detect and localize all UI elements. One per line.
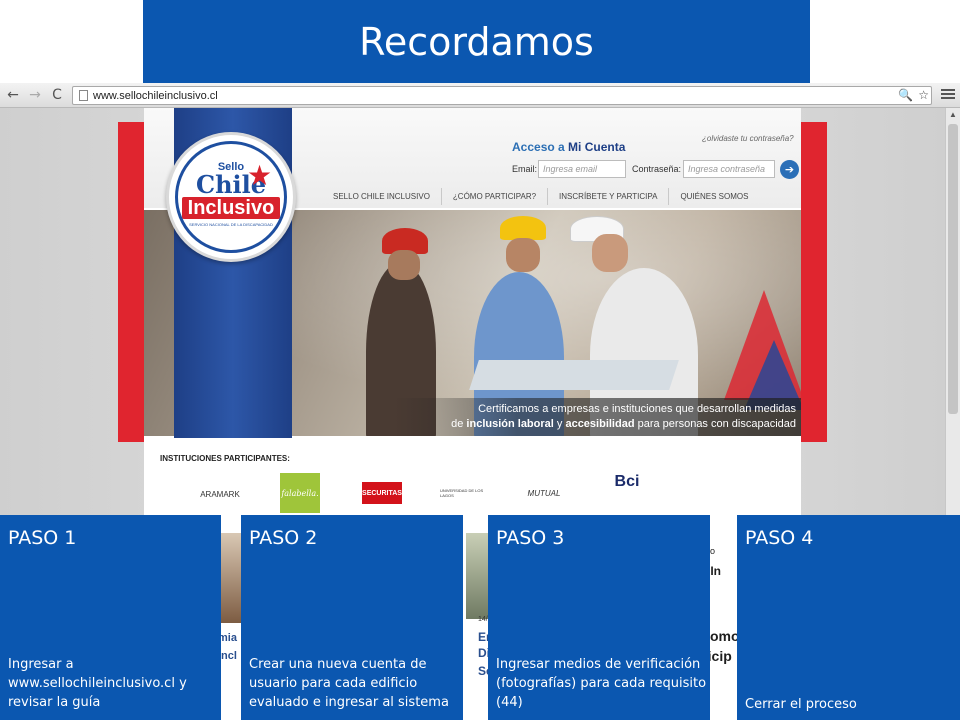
hero-caption-line1: Certificamos a empresas e instituciones …	[478, 403, 796, 415]
step-card-3: PASO 3 Ingresar medios de verificación (…	[488, 515, 710, 720]
password-label: Contraseña:	[632, 164, 682, 174]
site-nav: SELLO CHILE INCLUSIVO ¿CÓMO PARTICIPAR? …	[322, 188, 759, 205]
step-description: Cerrar el proceso	[745, 697, 857, 712]
step-description: Crear una nueva cuenta de usuario para c…	[249, 657, 449, 710]
step-title: PASO 3	[496, 527, 565, 549]
site-red-band-left	[118, 122, 144, 442]
forgot-password-link[interactable]: ¿olvidaste tu contraseña?	[702, 134, 794, 143]
step-card-1: PASO 1 Ingresar a www.sellochileinclusiv…	[0, 515, 221, 720]
star-icon: ★	[247, 159, 273, 192]
slide-title: Recordamos	[359, 19, 594, 64]
step-description: Ingresar medios de verificación (fotogra…	[496, 657, 707, 710]
nav-item-sello[interactable]: SELLO CHILE INCLUSIVO	[322, 188, 441, 205]
site-logo[interactable]: Sello Chile Inclusivo SERVICIO NACIONAL …	[166, 132, 296, 262]
back-arrow-icon[interactable]: ←	[4, 86, 22, 104]
nav-item-quienes-somos[interactable]: QUIÉNES SOMOS	[668, 188, 759, 205]
reload-icon[interactable]: C	[48, 86, 66, 104]
password-field[interactable]: Ingresa contraseña	[683, 160, 775, 178]
forward-arrow-icon[interactable]: →	[26, 86, 44, 104]
peek-text: o	[710, 546, 716, 556]
slide: Recordamos ← → C www.sellochileinclusivo…	[0, 0, 960, 720]
nav-item-como-participar[interactable]: ¿CÓMO PARTICIPAR?	[440, 188, 547, 205]
page-icon	[79, 90, 88, 101]
email-label: Email:	[512, 164, 538, 174]
login-heading: Acceso a Mi Cuenta	[512, 140, 625, 154]
logo-securitas[interactable]: SECURITAS	[362, 482, 402, 504]
hero-caption: Certificamos a empresas e instituciones …	[394, 398, 801, 436]
step-title: PASO 1	[8, 527, 77, 549]
step-card-2: PASO 2 Crear una nueva cuenta de usuario…	[241, 515, 463, 720]
logo-falabella[interactable]: falabella.	[280, 473, 320, 513]
peek-text: omo	[710, 628, 740, 644]
yellow-helmet-icon	[500, 216, 546, 240]
scrollbar-thumb[interactable]	[948, 124, 958, 414]
login-submit-button[interactable]: ➔	[780, 160, 799, 179]
search-icon[interactable]: 🔍	[898, 88, 913, 102]
news-thumbnail[interactable]	[218, 533, 243, 623]
site-red-band-right	[801, 122, 827, 442]
logo-aramark[interactable]: ARAMARK	[198, 486, 242, 502]
step-title: PASO 4	[745, 527, 814, 549]
login-heading-prefix: Acceso a	[512, 140, 565, 154]
email-field[interactable]: Ingresa email	[538, 160, 626, 178]
step-description: Ingresar a www.sellochileinclusivo.cl y …	[8, 657, 187, 710]
browser-toolbar: ← → C www.sellochileinclusivo.cl 🔍 ☆	[0, 83, 960, 108]
url-text[interactable]: www.sellochileinclusivo.cl	[93, 90, 218, 102]
step-title: PASO 2	[249, 527, 318, 549]
logo-mutual[interactable]: MUTUAL	[524, 484, 564, 502]
nav-item-inscribete[interactable]: INSCRÍBETE Y PARTICIPA	[547, 188, 668, 205]
bookmark-star-icon[interactable]: ☆	[918, 88, 929, 102]
address-bar[interactable]: www.sellochileinclusivo.cl 🔍 ☆	[72, 86, 932, 105]
title-banner: Recordamos	[143, 0, 810, 83]
hero-caption-line2: de inclusión laboral y accesibilidad par…	[451, 418, 796, 430]
step-card-4: PASO 4 Cerrar el proceso	[737, 515, 960, 720]
browser-menu-icon[interactable]	[941, 87, 955, 101]
peek-date: 14/	[478, 616, 488, 623]
logo-bci[interactable]: Bci	[604, 470, 650, 494]
login-heading-strong: Mi Cuenta	[568, 140, 626, 154]
logo-ulagos[interactable]: UNIVERSIDAD DE LOS LAGOS	[440, 484, 484, 502]
institutions-heading: INSTITUCIONES PARTICIPANTES:	[160, 454, 290, 463]
scroll-up-icon[interactable]: ▲	[948, 110, 958, 120]
